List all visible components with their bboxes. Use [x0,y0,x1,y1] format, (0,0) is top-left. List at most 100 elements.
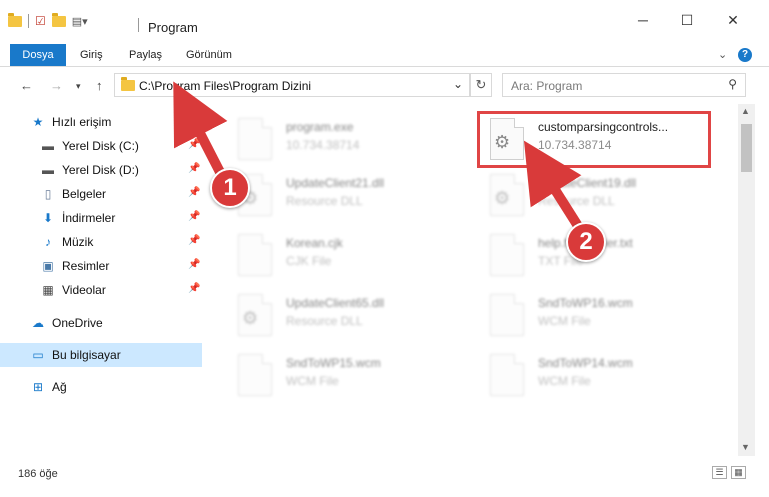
pin-icon[interactable]: 📌 [188,235,200,246]
up-arrow-icon[interactable]: ↑ [96,78,103,93]
details-view-icon[interactable]: ☰ [712,466,727,479]
file-detail: Resource DLL [286,194,363,208]
pin-icon[interactable]: 📌 [188,283,200,294]
file-icon [238,118,272,160]
pin-icon[interactable]: 📌 [188,211,200,222]
gear-icon: ⚙ [494,188,511,208]
network-icon: ⊞ [32,380,44,394]
view-switcher: ☰ ▦ [712,466,746,479]
vertical-scrollbar[interactable]: ▲ ▼ [738,104,755,456]
highlight-box [477,111,711,168]
file-detail: Resource DLL [286,314,363,328]
file-detail: CJK File [286,254,332,268]
file-name: SndToWP15.wcm [286,356,381,370]
sidebar-item-this-pc[interactable]: ▭ Bu bilgisayar [0,343,202,367]
picture-icon: ▣ [42,259,54,273]
maximize-button[interactable]: ☐ [677,12,697,29]
sidebar-item-music[interactable]: ♪ Müzik 📌 [40,230,202,254]
sidebar-item-label: Belgeler [62,187,107,201]
tab-view[interactable]: Görünüm [186,44,232,66]
file-name: SndToWP14.wcm [538,356,633,370]
list-item[interactable]: ⚙ UpdateClient21.dll Resource DLL [224,166,454,218]
window-title: Program [148,20,198,35]
expand-ribbon-icon[interactable]: ⌄ [718,48,727,61]
sidebar-item-network[interactable]: ⊞ Ağ [30,375,202,399]
cloud-icon: ☁ [32,316,44,330]
list-item[interactable]: SndToWP15.wcm WCM File [224,346,454,398]
sidebar-item-documents[interactable]: ▯ Belgeler 📌 [40,182,202,206]
sidebar-item-videos[interactable]: ▦ Videolar 📌 [40,278,202,302]
sidebar-item-local-disk-d[interactable]: ▬ Yerel Disk (D:) 📌 [40,158,202,182]
list-item[interactable]: Korean.cjk CJK File [224,226,454,278]
sidebar-item-label: Yerel Disk (D:) [62,163,139,177]
sidebar-item-label: Resimler [62,259,110,273]
address-bar[interactable]: C:\Program Files\Program Dizini ⌄ [114,73,470,97]
gear-icon: ⚙ [242,308,259,328]
tab-file[interactable]: Dosya [10,44,66,66]
close-button[interactable]: ✕ [723,12,743,29]
large-icons-view-icon[interactable]: ▦ [731,466,746,479]
sidebar-item-label: Ağ [52,380,67,394]
file-detail: WCM File [286,374,339,388]
new-folder-icon[interactable] [51,12,66,27]
file-detail: WCM File [538,374,591,388]
file-name: UpdateClient65.dll [286,296,385,310]
navigation-pane: ★ Hızlı erişim ▬ Yerel Disk (C:) 📌 ▬ Yer… [0,108,204,453]
drive-icon: ▬ [42,163,54,177]
file-icon [490,294,524,336]
sidebar-item-local-disk-c[interactable]: ▬ Yerel Disk (C:) 📌 [40,134,202,158]
list-item[interactable]: ⚙ UpdateClient19.dll Resource DLL [476,166,706,218]
minimize-button[interactable]: ─ [633,12,653,28]
sidebar-item-label: Hızlı erişim [52,115,112,129]
list-item[interactable]: ⚙ UpdateClient65.dll Resource DLL [224,286,454,338]
pin-icon[interactable]: 📌 [188,187,200,198]
status-item-count: 186 öğe [18,468,58,480]
list-item[interactable]: SndToWP16.wcm WCM File [476,286,706,338]
sidebar-item-label: İndirmeler [62,211,116,225]
help-icon[interactable]: ? [738,48,752,62]
pin-icon[interactable]: 📌 [188,163,200,174]
sidebar-item-label: Yerel Disk (C:) [62,139,139,153]
file-name: program.exe [286,120,354,134]
pin-icon[interactable]: 📌 [188,259,200,270]
properties-icon[interactable]: ☑ [35,14,46,28]
sidebar-item-label: Videolar [62,283,106,297]
computer-icon: ▭ [32,348,44,362]
tab-share[interactable]: Paylaş [129,44,162,66]
list-item[interactable]: program.exe 10.734.38714 [224,110,454,162]
pin-icon[interactable]: 📌 [188,139,200,150]
file-name: SndToWP16.wcm [538,296,633,310]
file-name: UpdateClient21.dll [286,176,385,190]
customize-toolbar-icon[interactable]: ▤▾ [72,15,88,28]
document-icon: ▯ [44,187,52,201]
sidebar-item-quick-access[interactable]: ★ Hızlı erişim [30,110,202,134]
forward-arrow-icon[interactable]: → [50,78,63,93]
drive-icon: ▬ [42,139,54,153]
search-input[interactable]: Ara: Program ⚲ [502,73,746,97]
folder-icon [121,77,135,91]
scrollbar-thumb[interactable] [741,124,752,172]
file-icon [238,354,272,396]
sidebar-item-label: Bu bilgisayar [52,348,121,362]
toolbar-divider [28,14,29,28]
sidebar-item-pictures[interactable]: ▣ Resimler 📌 [40,254,202,278]
sidebar-item-label: OneDrive [52,316,103,330]
sidebar-item-onedrive[interactable]: ☁ OneDrive [30,311,202,335]
recent-locations-icon[interactable]: ▾ [76,81,81,92]
callout-step-1: 1 [210,168,250,208]
quick-access-toolbar: ☑ ▤▾ [8,12,88,28]
address-path[interactable]: C:\Program Files\Program Dizini [139,79,311,93]
sidebar-item-downloads[interactable]: ⬇ İndirmeler 📌 [40,206,202,230]
refresh-button[interactable]: ↻ [470,73,492,97]
folder-icon [8,12,22,27]
scroll-down-icon[interactable]: ▼ [741,442,750,452]
file-icon [490,234,524,276]
list-item[interactable]: SndToWP14.wcm WCM File [476,346,706,398]
search-icon[interactable]: ⚲ [728,77,737,91]
ribbon-tabs: Dosya Giriş Paylaş Görünüm ⌄ ? [0,44,769,67]
chevron-down-icon[interactable]: ⌄ [453,77,463,91]
scroll-up-icon[interactable]: ▲ [741,106,750,116]
back-arrow-icon[interactable]: ← [20,78,33,93]
music-icon: ♪ [45,235,51,249]
tab-home[interactable]: Giriş [80,44,103,66]
